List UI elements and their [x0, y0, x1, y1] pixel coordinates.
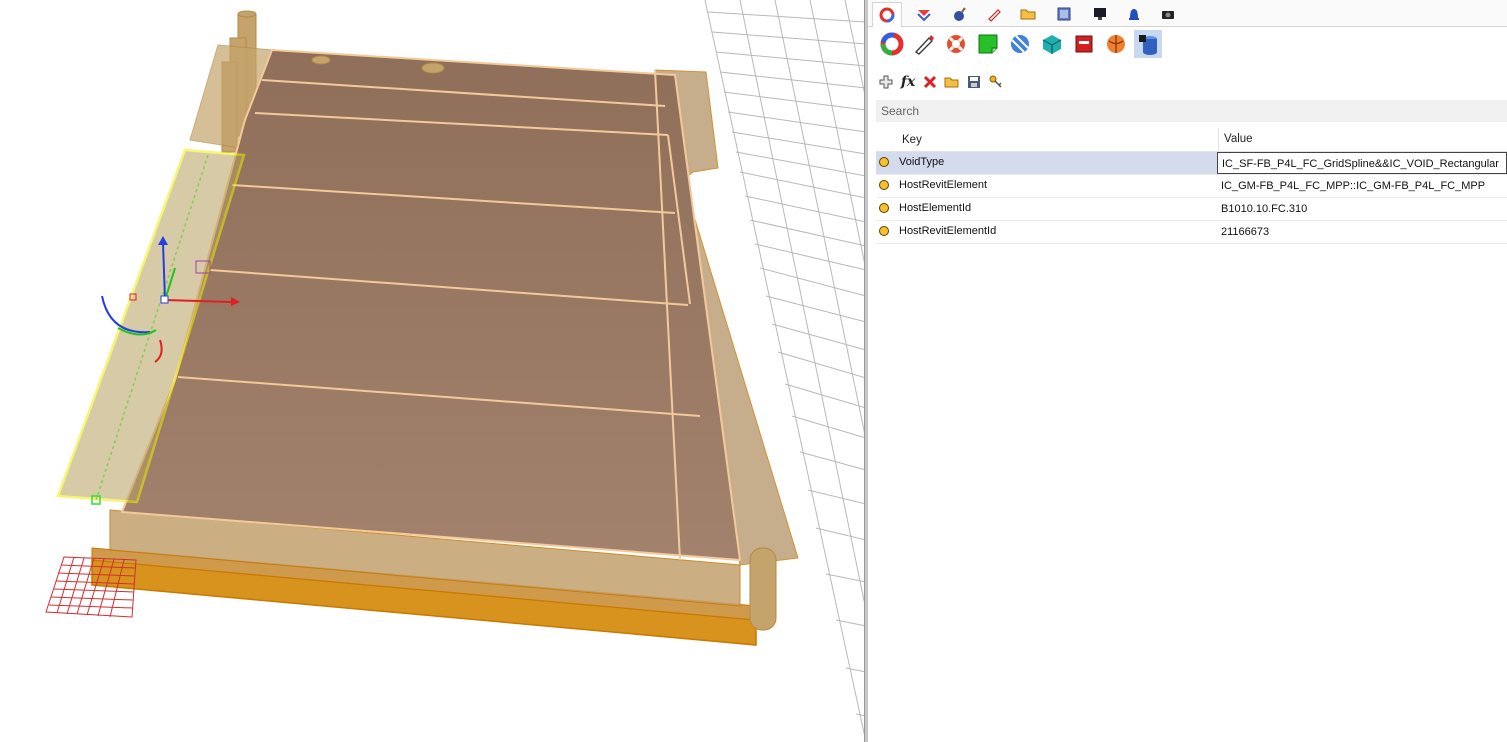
property-page-icons	[868, 28, 1507, 58]
attribute-database-icon[interactable]	[1134, 30, 1162, 58]
green-sheet-icon[interactable]	[974, 30, 1002, 58]
pencil-icon[interactable]	[910, 30, 938, 58]
row-value-editor[interactable]: IC_SF-FB_P4L_FC_GridSpline&&IC_VOID_Rect…	[1217, 152, 1507, 174]
table-row[interactable]: HostRevitElementId 21166673	[876, 221, 1507, 244]
layers-icon[interactable]	[910, 3, 938, 25]
row-key: HostRevitElement	[899, 179, 988, 191]
bell-icon[interactable]	[1120, 3, 1148, 25]
attribute-bullet-icon	[879, 180, 889, 190]
color-wheel-icon[interactable]	[872, 2, 902, 27]
row-value[interactable]: 21166673	[1217, 221, 1507, 243]
row-key: HostRevitElementId	[899, 225, 997, 237]
folder-icon[interactable]	[1014, 3, 1042, 25]
ball-icon[interactable]	[1102, 30, 1130, 58]
row-key: VoidType	[899, 156, 945, 168]
cube-icon[interactable]	[1038, 30, 1066, 58]
attribute-bullet-icon	[879, 226, 889, 236]
row-value[interactable]: B1010.10.FC.310	[1217, 198, 1507, 220]
attribute-bullet-icon	[879, 157, 889, 167]
key-icon[interactable]	[986, 72, 1006, 92]
table-header: Key Value	[876, 128, 1507, 152]
camera-icon[interactable]	[1154, 3, 1182, 25]
value-column-header[interactable]: Value	[1218, 128, 1253, 151]
pencil-icon[interactable]	[980, 3, 1008, 25]
delete-icon[interactable]	[920, 72, 940, 92]
properties-panel: fx Key Value VoidType IC_SF-FB_P4L_FC_Gr…	[868, 0, 1507, 742]
function-icon[interactable]: fx	[898, 72, 918, 92]
open-folder-icon[interactable]	[942, 72, 962, 92]
table-row[interactable]: VoidType IC_SF-FB_P4L_FC_GridSpline&&IC_…	[876, 152, 1507, 175]
picture-icon[interactable]	[1050, 3, 1078, 25]
monitor-icon[interactable]	[1086, 3, 1114, 25]
attribute-toolbar: fx	[868, 70, 1507, 94]
attribute-table: Key Value VoidType IC_SF-FB_P4L_FC_GridS…	[876, 128, 1507, 244]
lifebuoy-icon[interactable]	[942, 30, 970, 58]
search-input[interactable]	[876, 100, 1507, 122]
row-value[interactable]: IC_GM-FB_P4L_FC_MPP::IC_GM-FB_P4L_FC_MPP	[1217, 175, 1507, 197]
attribute-bullet-icon	[879, 203, 889, 213]
add-icon[interactable]	[876, 72, 896, 92]
book-icon[interactable]	[1070, 30, 1098, 58]
key-column-header[interactable]: Key	[902, 134, 922, 146]
panel-tabs	[868, 0, 1507, 27]
mapping-sphere-icon[interactable]	[1006, 30, 1034, 58]
bomb-icon[interactable]	[946, 3, 974, 25]
3d-viewport[interactable]	[0, 0, 866, 742]
color-wheel-icon[interactable]	[878, 30, 906, 58]
save-icon[interactable]	[964, 72, 984, 92]
viewport-scene[interactable]	[0, 0, 866, 742]
row-key: HostElementId	[899, 202, 972, 214]
table-row[interactable]: HostElementId B1010.10.FC.310	[876, 198, 1507, 221]
table-row[interactable]: HostRevitElement IC_GM-FB_P4L_FC_MPP::IC…	[876, 175, 1507, 198]
